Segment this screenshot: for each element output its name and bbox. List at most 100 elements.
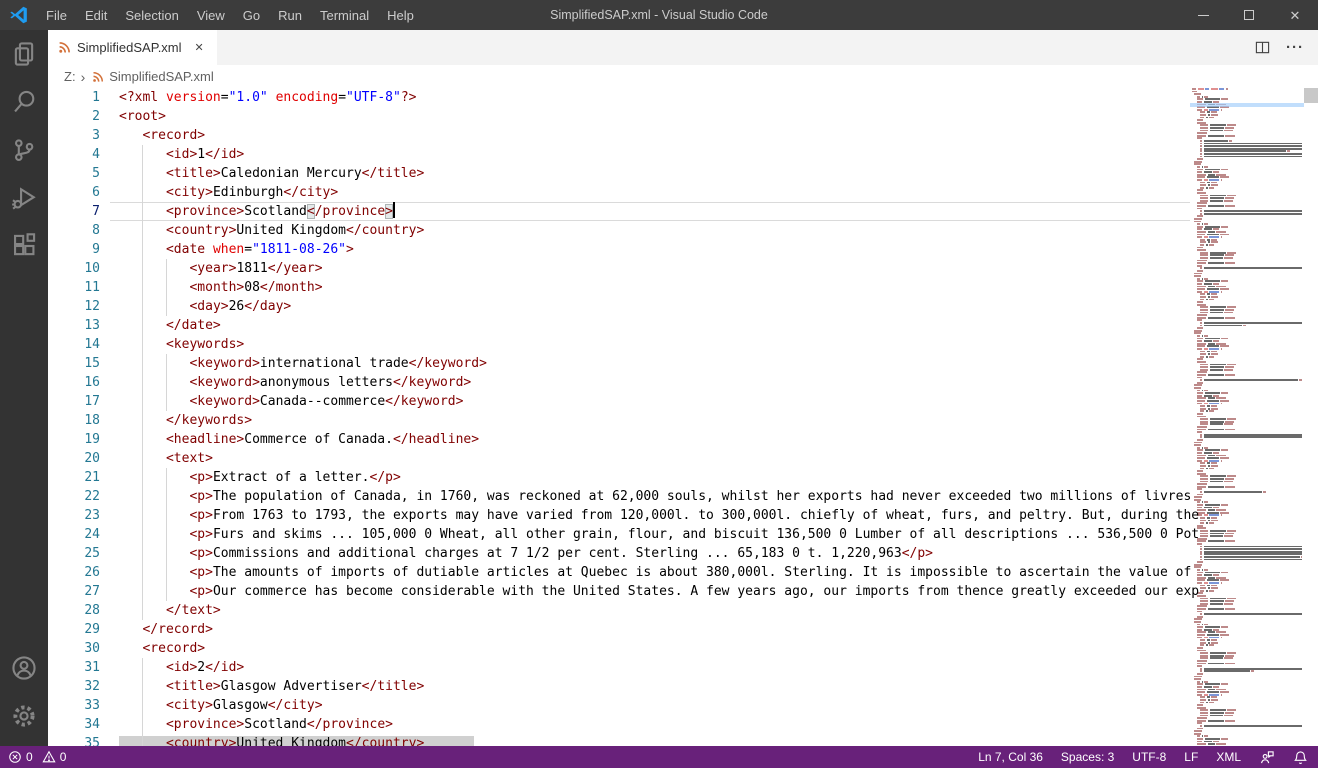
code-line-11[interactable]: 11 <month>08</month>: [48, 278, 1318, 297]
code-text: <keyword>anonymous letters</keyword>: [119, 373, 471, 392]
status-cursor-position[interactable]: Ln 7, Col 36: [978, 750, 1043, 764]
code-line-13[interactable]: 13</date>: [48, 316, 1318, 335]
search-icon[interactable]: [0, 78, 48, 126]
split-editor-icon[interactable]: [1255, 40, 1270, 55]
breadcrumb-drive[interactable]: Z:: [64, 69, 76, 84]
code-line-34[interactable]: 34<province>Scotland</province>: [48, 715, 1318, 734]
code-text: <country>United Kingdom</country>: [119, 734, 424, 746]
code-line-33[interactable]: 33<city>Glasgow</city>: [48, 696, 1318, 715]
line-number: 10: [48, 259, 100, 278]
code-text: <province>Scotland</province>: [119, 202, 395, 221]
code-line-6[interactable]: 6<city>Edinburgh</city>: [48, 183, 1318, 202]
feedback-icon[interactable]: [1259, 750, 1275, 765]
code-line-32[interactable]: 32<title>Glasgow Advertiser</title>: [48, 677, 1318, 696]
settings-gear-icon[interactable]: [0, 692, 48, 740]
code-line-17[interactable]: 17<keyword>Canada--commerce</keyword>: [48, 392, 1318, 411]
code-line-35[interactable]: 35<country>United Kingdom</country>: [48, 734, 1318, 746]
text-cursor: [393, 202, 395, 218]
code-line-18[interactable]: 18</keywords>: [48, 411, 1318, 430]
code-line-1[interactable]: 1<?xml version="1.0" encoding="UTF-8"?>: [48, 88, 1318, 107]
status-indentation[interactable]: Spaces: 3: [1061, 750, 1114, 764]
menu-selection[interactable]: Selection: [116, 0, 187, 30]
code-line-20[interactable]: 20<text>: [48, 449, 1318, 468]
code-editor[interactable]: 1<?xml version="1.0" encoding="UTF-8"?>2…: [48, 88, 1318, 746]
minimize-icon: [1198, 15, 1209, 16]
line-number: 27: [48, 582, 100, 601]
code-line-21[interactable]: 21<p>Extract of a letter.</p>: [48, 468, 1318, 487]
code-line-3[interactable]: 3<record>: [48, 126, 1318, 145]
menu-help[interactable]: Help: [378, 0, 423, 30]
line-number: 32: [48, 677, 100, 696]
code-line-26[interactable]: 26<p>The amounts of imports of dutiable …: [48, 563, 1318, 582]
code-text: <keywords>: [119, 335, 244, 354]
code-line-5[interactable]: 5<title>Caledonian Mercury</title>: [48, 164, 1318, 183]
code-line-12[interactable]: 12<day>26</day>: [48, 297, 1318, 316]
activity-bar: [0, 30, 48, 746]
menu-bar: FileEditSelectionViewGoRunTerminalHelp: [37, 0, 423, 30]
extensions-icon[interactable]: [0, 222, 48, 270]
code-text: <record>: [119, 639, 205, 658]
explorer-icon[interactable]: [0, 30, 48, 78]
status-language-mode[interactable]: XML: [1216, 750, 1241, 764]
status-encoding[interactable]: UTF-8: [1132, 750, 1166, 764]
code-line-4[interactable]: 4<id>1</id>: [48, 145, 1318, 164]
run-and-debug-icon[interactable]: [0, 174, 48, 222]
error-icon: [8, 750, 22, 764]
code-text: <month>08</month>: [119, 278, 323, 297]
code-line-14[interactable]: 14<keywords>: [48, 335, 1318, 354]
code-line-19[interactable]: 19<headline>Commerce of Canada.</headlin…: [48, 430, 1318, 449]
notifications-bell-icon[interactable]: [1293, 750, 1308, 765]
code-line-25[interactable]: 25 <p>Commissions and additional charges …: [48, 544, 1318, 563]
menu-view[interactable]: View: [188, 0, 234, 30]
code-line-23[interactable]: 23<p>From 1763 to 1793, the exports may …: [48, 506, 1318, 525]
line-number: 1: [48, 88, 100, 107]
line-number: 29: [48, 620, 100, 639]
code-line-10[interactable]: 10<year>1811</year>: [48, 259, 1318, 278]
line-number: 11: [48, 278, 100, 297]
tab-close-icon[interactable]: ✕: [192, 39, 207, 56]
code-line-16[interactable]: 16<keyword>anonymous letters</keyword>: [48, 373, 1318, 392]
code-line-29[interactable]: 29 </record>: [48, 620, 1318, 639]
code-text: <p>From 1763 to 1793, the exports may ha…: [119, 506, 1207, 525]
tab-simplifiedsap-xml[interactable]: SimplifiedSAP.xml ✕: [48, 30, 217, 65]
code-line-15[interactable]: 15<keyword>international trade</keyword>: [48, 354, 1318, 373]
more-actions-icon[interactable]: ···: [1286, 39, 1304, 56]
code-text: <root>: [119, 107, 166, 126]
code-text: <city>Glasgow</city>: [119, 696, 323, 715]
code-line-9[interactable]: 9<date when="1811-08-26">: [48, 240, 1318, 259]
menu-go[interactable]: Go: [234, 0, 269, 30]
code-text: <p>Commissions and additional charges at…: [119, 544, 933, 563]
line-number: 28: [48, 601, 100, 620]
maximize-button[interactable]: [1226, 0, 1272, 30]
code-text: </date>: [119, 316, 221, 335]
status-eol[interactable]: LF: [1184, 750, 1198, 764]
code-text: </text>: [119, 601, 221, 620]
code-line-27[interactable]: 27<p>Our commerce has become considerabl…: [48, 582, 1318, 601]
line-number: 3: [48, 126, 100, 145]
code-line-7[interactable]: 7<province>Scotland</province>: [48, 202, 1318, 221]
code-line-28[interactable]: 28 </text>: [48, 601, 1318, 620]
menu-file[interactable]: File: [37, 0, 76, 30]
line-number: 25: [48, 544, 100, 563]
close-button[interactable]: ✕: [1272, 0, 1318, 30]
code-line-8[interactable]: 8<country>United Kingdom</country>: [48, 221, 1318, 240]
line-number: 12: [48, 297, 100, 316]
code-text: </record>: [119, 620, 213, 639]
source-control-icon[interactable]: [0, 126, 48, 174]
code-line-24[interactable]: 24<p>Furs and skims ... 105,000 0 Wheat,…: [48, 525, 1318, 544]
line-number: 2: [48, 107, 100, 126]
code-line-30[interactable]: 30<record>: [48, 639, 1318, 658]
code-line-2[interactable]: 2 <root>: [48, 107, 1318, 126]
code-line-31[interactable]: 31<id>2</id>: [48, 658, 1318, 677]
menu-terminal[interactable]: Terminal: [311, 0, 378, 30]
minimize-button[interactable]: [1180, 0, 1226, 30]
breadcrumb-file[interactable]: SimplifiedSAP.xml: [109, 69, 214, 84]
menu-run[interactable]: Run: [269, 0, 311, 30]
problems-indicator[interactable]: 0 0: [8, 750, 66, 764]
line-number: 17: [48, 392, 100, 411]
line-number: 15: [48, 354, 100, 373]
code-line-22[interactable]: 22<p>The population of Canada, in 1760, …: [48, 487, 1318, 506]
account-icon[interactable]: [0, 644, 48, 692]
line-number: 20: [48, 449, 100, 468]
menu-edit[interactable]: Edit: [76, 0, 116, 30]
